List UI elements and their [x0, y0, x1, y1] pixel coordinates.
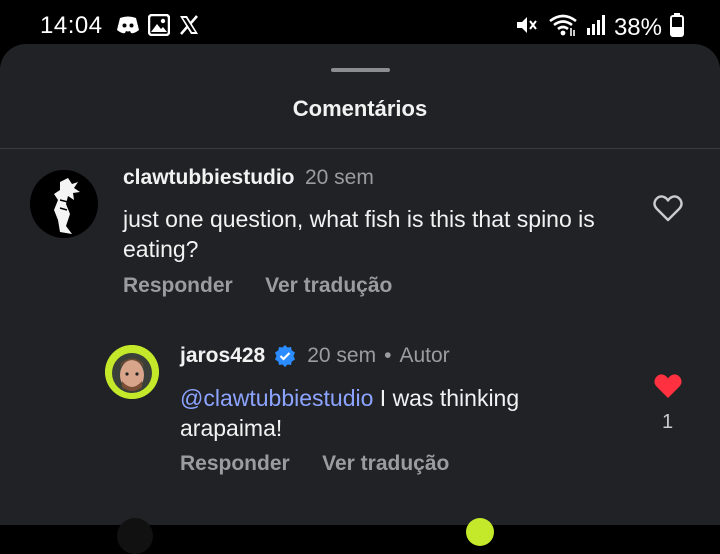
like-button[interactable]: [653, 372, 683, 405]
mention-link[interactable]: @clawtubbiestudio: [180, 385, 373, 411]
verified-badge-icon: [273, 344, 297, 368]
reply-text: @clawtubbiestudio I was thinking arapaim…: [180, 383, 620, 443]
reply-header: jaros428 20 sem • Autor: [180, 344, 450, 368]
avatar[interactable]: [117, 518, 153, 554]
comments-sheet: Comentários clawtubbiestudio 20 sem just…: [0, 44, 720, 554]
avatar[interactable]: [466, 518, 494, 546]
comment-timestamp: 20 sem: [304, 166, 374, 189]
reply-text-line2: arapaima!: [180, 415, 283, 441]
like-button[interactable]: [653, 194, 683, 227]
reply-text-line1: I was thinking: [373, 385, 520, 411]
discord-icon: [116, 15, 140, 40]
like-count: 1: [662, 411, 674, 433]
translate-button[interactable]: Ver tradução: [265, 274, 392, 297]
comment-text: just one question, what fish is this tha…: [123, 206, 595, 262]
battery-percentage: 38%: [613, 13, 662, 41]
x-icon: [178, 14, 200, 41]
translate-button[interactable]: Ver tradução: [322, 452, 449, 475]
comment-actions: Responder Ver tradução: [123, 274, 392, 298]
status-notification-icons: [116, 13, 200, 41]
reply-button[interactable]: Responder: [123, 274, 233, 297]
author-badge: Autor: [399, 344, 450, 367]
status-bar: 14:04 38%: [0, 0, 720, 50]
meta-separator: •: [384, 344, 392, 367]
wifi-icon: [548, 13, 578, 42]
title-divider: [0, 148, 720, 149]
battery-icon: [670, 13, 684, 42]
status-right-group: 38%: [514, 13, 684, 42]
sheet-title: Comentários: [292, 96, 428, 121]
sheet-drag-handle[interactable]: [331, 68, 390, 72]
heart-outline-icon: [653, 195, 683, 222]
reply-username[interactable]: jaros428: [180, 344, 265, 368]
signal-icon: [586, 14, 606, 41]
status-time: 14:04: [40, 12, 103, 39]
mute-icon: [514, 13, 540, 42]
avatar[interactable]: [30, 170, 98, 238]
comment-username[interactable]: clawtubbiestudio: [123, 166, 295, 189]
reply-button[interactable]: Responder: [180, 452, 290, 475]
gallery-icon: [147, 13, 171, 41]
heart-filled-icon: [654, 374, 682, 398]
reply-timestamp: 20 sem: [307, 344, 377, 367]
reply-actions: Responder Ver tradução: [180, 452, 449, 476]
avatar[interactable]: [105, 345, 159, 399]
comment-header: clawtubbiestudio 20 sem: [123, 166, 374, 190]
